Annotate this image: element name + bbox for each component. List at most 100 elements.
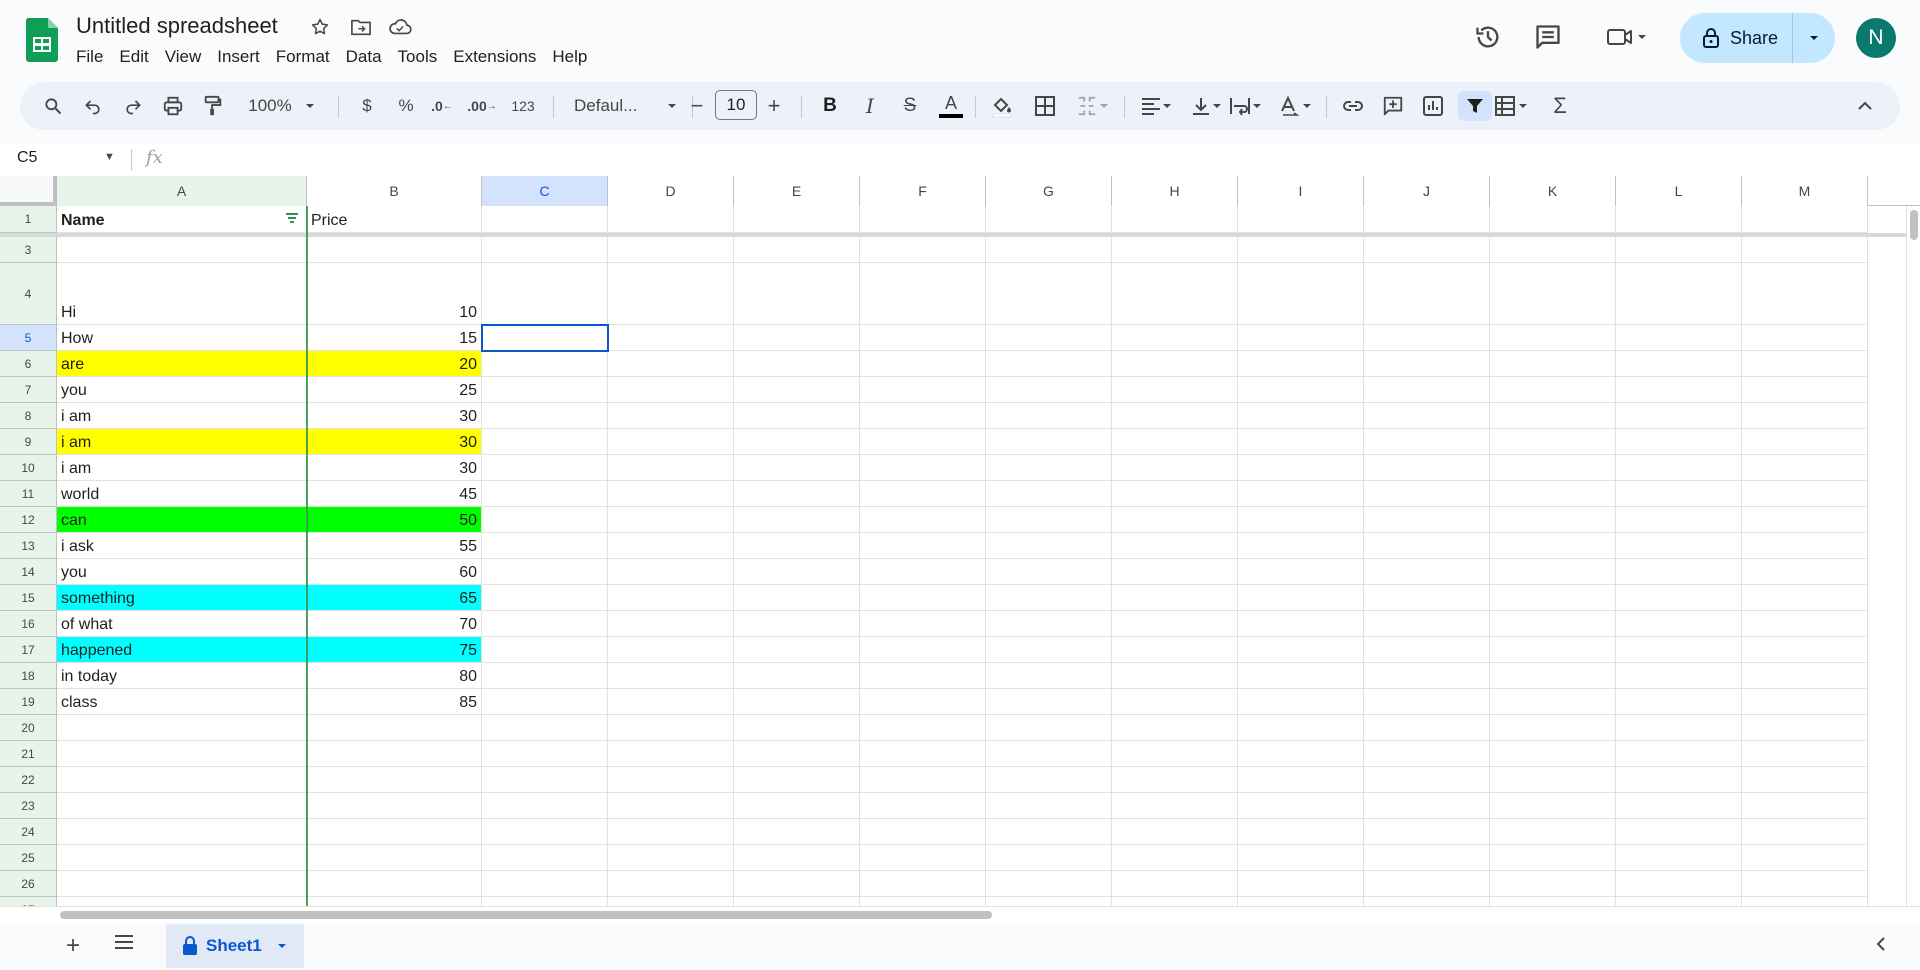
cell-a17[interactable]: happened [57,637,307,663]
cell-a11[interactable]: world [57,481,307,507]
cell-d17[interactable] [608,637,734,663]
cell-j1[interactable] [1364,206,1490,233]
cell-b22[interactable] [307,767,482,793]
cell-b14[interactable]: 60 [307,559,482,585]
cell-k15[interactable] [1490,585,1616,611]
cell-a10[interactable]: i am [57,455,307,481]
cell-f12[interactable] [860,507,986,533]
cell-f8[interactable] [860,403,986,429]
cell-l14[interactable] [1616,559,1742,585]
cell-i9[interactable] [1238,429,1364,455]
cell-d26[interactable] [608,871,734,897]
cell-d11[interactable] [608,481,734,507]
cell-c26[interactable] [482,871,608,897]
cell-a16[interactable]: of what [57,611,307,637]
fill-color-icon[interactable] [985,91,1019,121]
cell-g1[interactable] [986,206,1112,233]
cell-k26[interactable] [1490,871,1616,897]
cell-h17[interactable] [1112,637,1238,663]
cell-i20[interactable] [1238,715,1364,741]
cell-e12[interactable] [734,507,860,533]
bold-button[interactable]: B [815,91,845,121]
cell-k25[interactable] [1490,845,1616,871]
cell-l24[interactable] [1616,819,1742,845]
cell-l11[interactable] [1616,481,1742,507]
cell-d19[interactable] [608,689,734,715]
cell-l9[interactable] [1616,429,1742,455]
cell-h24[interactable] [1112,819,1238,845]
cell-j17[interactable] [1364,637,1490,663]
row-header[interactable]: 1 [0,206,57,233]
cell-b12[interactable]: 50 [307,507,482,533]
cell-c23[interactable] [482,793,608,819]
more-formats-button[interactable]: 123 [504,91,542,121]
cell-l3[interactable] [1616,237,1742,263]
cell-a8[interactable]: i am [57,403,307,429]
undo-icon[interactable] [78,91,108,121]
cell-k9[interactable] [1490,429,1616,455]
cell-i17[interactable] [1238,637,1364,663]
cell-f3[interactable] [860,237,986,263]
cell-a9[interactable]: i am [57,429,307,455]
cell-a1[interactable]: Name [57,206,307,233]
cell-f1[interactable] [860,206,986,233]
cell-f14[interactable] [860,559,986,585]
cell-g9[interactable] [986,429,1112,455]
cell-b27[interactable] [307,897,482,906]
cell-b19[interactable]: 85 [307,689,482,715]
cell-a15[interactable]: something [57,585,307,611]
cell-a25[interactable] [57,845,307,871]
cell-h27[interactable] [1112,897,1238,906]
version-history-icon[interactable] [1470,18,1506,56]
row-header[interactable]: 12 [0,507,57,533]
horizontal-scroll-thumb[interactable] [60,911,992,919]
cell-h21[interactable] [1112,741,1238,767]
increase-decimal-button[interactable]: .00 → [464,91,500,121]
cell-b15[interactable]: 65 [307,585,482,611]
row-header[interactable]: 25 [0,845,57,871]
cell-k24[interactable] [1490,819,1616,845]
cell-f16[interactable] [860,611,986,637]
row-header[interactable]: 13 [0,533,57,559]
document-title[interactable]: Untitled spreadsheet [76,13,278,39]
cell-g11[interactable] [986,481,1112,507]
cell-d7[interactable] [608,377,734,403]
cell-b4[interactable]: 10 [307,263,482,325]
row-header[interactable]: 8 [0,403,57,429]
column-header-m[interactable]: M [1742,176,1868,206]
column-header-j[interactable]: J [1364,176,1490,206]
column-header-b[interactable]: B [307,176,482,206]
cell-i11[interactable] [1238,481,1364,507]
cell-c13[interactable] [482,533,608,559]
cell-c7[interactable] [482,377,608,403]
cell-i16[interactable] [1238,611,1364,637]
cell-m21[interactable] [1742,741,1868,767]
cell-f5[interactable] [860,325,986,351]
row-header[interactable]: 18 [0,663,57,689]
text-color-button[interactable]: A [936,91,966,121]
menu-view[interactable]: View [157,45,210,69]
cell-e8[interactable] [734,403,860,429]
cell-f15[interactable] [860,585,986,611]
strikethrough-button[interactable]: S [895,91,925,121]
cell-a21[interactable] [57,741,307,767]
row-header[interactable]: 19 [0,689,57,715]
cell-k23[interactable] [1490,793,1616,819]
cell-d12[interactable] [608,507,734,533]
print-icon[interactable] [158,91,188,121]
cell-a26[interactable] [57,871,307,897]
cell-j10[interactable] [1364,455,1490,481]
column-header-f[interactable]: F [860,176,986,206]
cell-k12[interactable] [1490,507,1616,533]
menu-extensions[interactable]: Extensions [445,45,544,69]
filter-dropdown-icon[interactable] [285,212,299,227]
cell-k13[interactable] [1490,533,1616,559]
cell-g3[interactable] [986,237,1112,263]
cell-f25[interactable] [860,845,986,871]
cell-m11[interactable] [1742,481,1868,507]
row-header[interactable]: 15 [0,585,57,611]
cell-i4[interactable] [1238,263,1364,325]
cell-i10[interactable] [1238,455,1364,481]
cell-h16[interactable] [1112,611,1238,637]
column-header-l[interactable]: L [1616,176,1742,206]
